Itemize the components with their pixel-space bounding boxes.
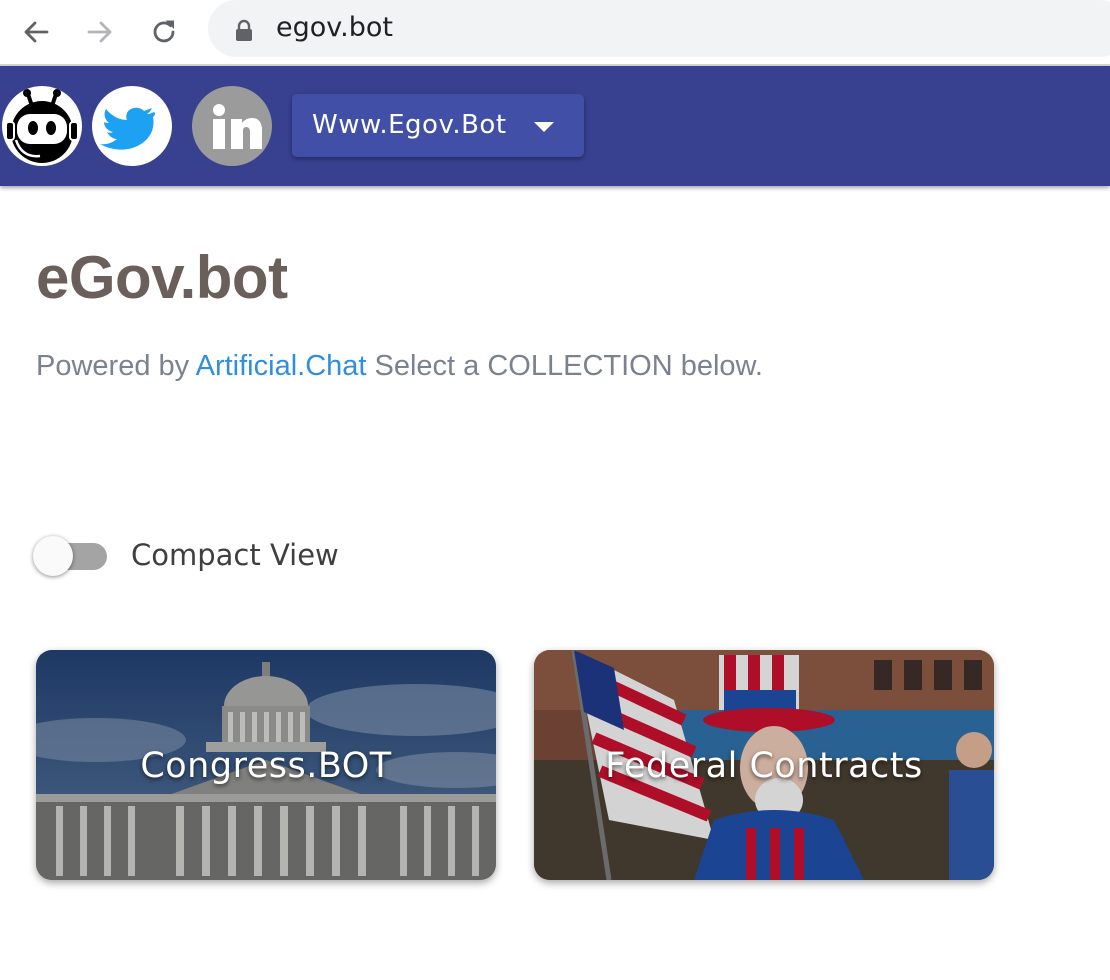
instruction-text: Select a COLLECTION below. [374,350,763,382]
collection-title: Federal Contracts [605,746,923,786]
collection-card-federal-contracts[interactable]: Federal Contracts [534,650,994,880]
arrow-left-icon [24,21,49,43]
site-menu-button[interactable]: Www.Egov.Bot [292,94,584,157]
browser-toolbar: egov.bot [0,0,1110,66]
reload-icon [153,20,175,43]
app-bar: Www.Egov.Bot [0,66,1110,186]
page-title: eGov.bot [36,244,288,311]
forward-button[interactable] [81,13,119,51]
linkedin-avatar[interactable] [192,86,272,166]
toggle-thumb [33,536,73,576]
url-text[interactable]: egov.bot [276,12,393,43]
arrow-right-icon [87,21,112,43]
address-bar[interactable]: egov.bot [208,0,1110,57]
powered-by-text: Powered by [36,350,190,382]
bot-avatar[interactable] [2,86,82,166]
linkedin-icon [213,104,262,149]
twitter-avatar[interactable] [92,86,172,166]
caret-down-icon [534,122,554,132]
site-menu-label: Www.Egov.Bot [312,110,507,140]
collection-card-congress[interactable]: Congress.BOT [36,650,496,880]
twitter-bird-icon [100,107,156,150]
compact-view-toggle[interactable] [33,536,107,576]
robot-icon [5,89,79,163]
back-button[interactable] [17,13,55,51]
subtitle: Powered by Artificial.Chat Select a COLL… [36,350,763,383]
lock-icon [236,19,252,41]
reload-button[interactable] [145,13,183,51]
compact-view-label: Compact View [131,538,339,572]
artificial-chat-link[interactable]: Artificial.Chat [196,350,367,382]
collection-title: Congress.BOT [140,746,392,786]
